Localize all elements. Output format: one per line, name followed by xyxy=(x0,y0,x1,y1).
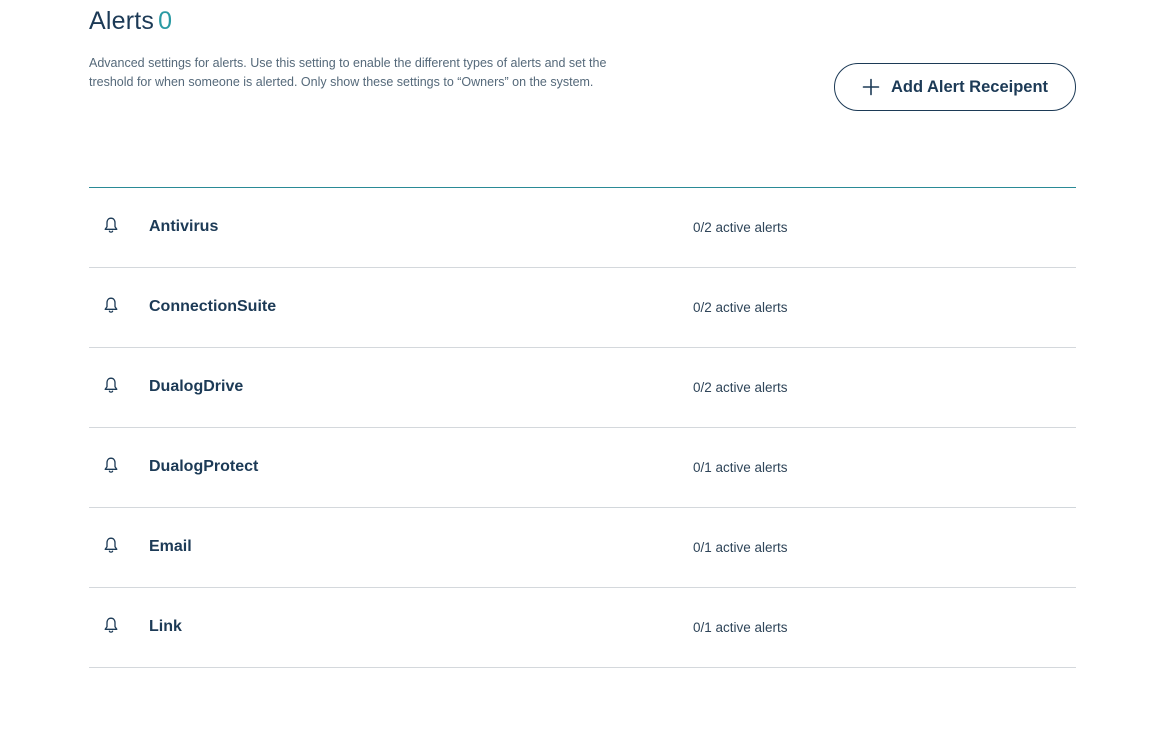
alert-row-dualogprotect[interactable]: DualogProtect 0/1 active alerts xyxy=(89,428,1076,508)
alert-name: Antivirus xyxy=(149,218,219,235)
alert-row-link[interactable]: Link 0/1 active alerts xyxy=(89,588,1076,668)
alert-name: ConnectionSuite xyxy=(149,298,277,315)
alert-status: 0/1 active alerts xyxy=(693,620,788,635)
alert-status: 0/2 active alerts xyxy=(693,380,788,395)
alert-row-antivirus[interactable]: Antivirus 0/2 active alerts xyxy=(89,188,1076,268)
plus-icon xyxy=(862,78,880,96)
bell-icon xyxy=(104,537,118,553)
page-description: Advanced settings for alerts. Use this s… xyxy=(89,56,607,89)
alerts-header: Alerts 0 Advanced settings for alerts. Us… xyxy=(89,0,1076,150)
alert-name: DualogDrive xyxy=(149,378,244,395)
alert-status: 0/2 active alerts xyxy=(693,300,788,315)
alert-status: 0/1 active alerts xyxy=(693,540,788,555)
alerts-list: Antivirus 0/2 active alerts ConnectionSu… xyxy=(89,187,1076,668)
page-title-text: Alerts xyxy=(89,7,155,35)
bell-icon xyxy=(104,377,118,393)
bell-icon xyxy=(104,617,118,633)
add-alert-recipient-label: Add Alert Receipent xyxy=(890,77,1049,96)
alert-status: 0/2 active alerts xyxy=(693,220,788,235)
page-title: Alerts 0 xyxy=(89,7,172,36)
alert-row-dualogdrive[interactable]: DualogDrive 0/2 active alerts xyxy=(89,348,1076,428)
alert-name: Email xyxy=(149,538,192,555)
bell-icon xyxy=(104,217,118,233)
alert-name: Link xyxy=(149,618,182,635)
bell-icon xyxy=(104,457,118,473)
alert-name: DualogProtect xyxy=(149,458,259,475)
alerts-count: 0 xyxy=(158,7,173,35)
add-alert-recipient-button[interactable]: Add Alert Receipent xyxy=(834,63,1076,111)
alert-row-connectionsuite[interactable]: ConnectionSuite 0/2 active alerts xyxy=(89,268,1076,348)
bell-icon xyxy=(104,297,118,313)
alert-status: 0/1 active alerts xyxy=(693,460,788,475)
alert-row-email[interactable]: Email 0/1 active alerts xyxy=(89,508,1076,588)
